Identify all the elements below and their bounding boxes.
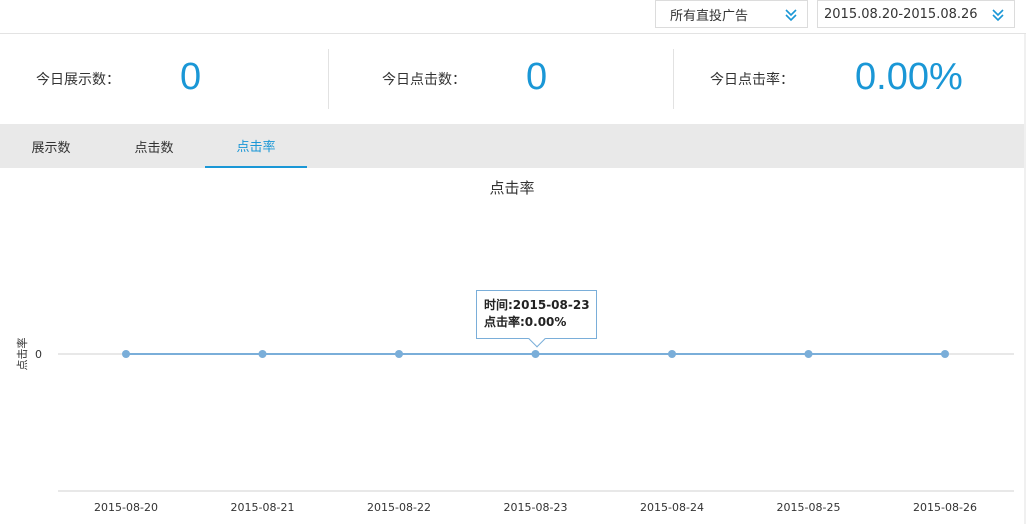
- tab-ctr[interactable]: 点击率: [205, 124, 307, 168]
- ad-select-label: 所有直投广告: [670, 8, 749, 24]
- data-point[interactable]: [531, 350, 540, 358]
- y-axis-label: 点击率: [15, 338, 29, 371]
- ctr-line-chart: 点击率 点击率 0 2015-08-20 2015-08-21 2015-08-22…: [15, 179, 1014, 514]
- stat-divider: [328, 49, 329, 109]
- y-tick-label: 0: [35, 348, 42, 361]
- tooltip-time: 时间:2015-08-23: [484, 298, 590, 312]
- double-chevron-down-icon: [785, 9, 797, 22]
- impressions-label: 今日展示数：: [36, 72, 120, 88]
- filter-bar: 所有直投广告 2015.08.20-2015.08.26: [0, 0, 1026, 34]
- data-point[interactable]: [804, 350, 813, 358]
- data-tooltip: 时间:2015-08-23 点击率:0.00%: [476, 290, 597, 348]
- ad-select-dropdown[interactable]: 所有直投广告: [655, 0, 808, 28]
- data-point[interactable]: [941, 350, 949, 358]
- x-tick-label: 2015-08-26: [913, 501, 977, 514]
- tab-clicks[interactable]: 点击数: [103, 124, 205, 168]
- ctr-value: 0.00%: [855, 56, 963, 98]
- tooltip-ctr: 点击率:0.00%: [484, 315, 567, 329]
- x-tick-label: 2015-08-23: [504, 501, 568, 514]
- x-tick-label: 2015-08-24: [640, 501, 704, 514]
- today-stats: 今日展示数： 0 今日点击数： 0 今日点击率： 0.00%: [0, 34, 1026, 124]
- ctr-label: 今日点击率：: [710, 72, 794, 88]
- double-chevron-down-icon: [992, 9, 1004, 22]
- data-point[interactable]: [258, 350, 267, 358]
- date-range-label: 2015.08.20-2015.08.26: [824, 6, 978, 22]
- ctr-stat: 今日点击率： 0.00%: [710, 34, 963, 124]
- data-point[interactable]: [122, 350, 130, 358]
- data-point[interactable]: [668, 350, 676, 358]
- date-range-dropdown[interactable]: 2015.08.20-2015.08.26: [817, 0, 1015, 28]
- x-axis-ticks: 2015-08-20 2015-08-21 2015-08-22 2015-08-23…: [94, 501, 977, 514]
- series-layer: [122, 350, 949, 358]
- impressions-stat: 今日展示数： 0: [36, 34, 201, 124]
- x-tick-label: 2015-08-20: [94, 501, 158, 514]
- impressions-value: 0: [180, 56, 202, 98]
- x-tick-label: 2015-08-25: [777, 501, 841, 514]
- clicks-value: 0: [526, 56, 548, 98]
- stat-divider: [673, 49, 674, 109]
- chart-title: 点击率: [489, 179, 534, 197]
- tab-impressions[interactable]: 展示数: [0, 124, 102, 168]
- x-tick-label: 2015-08-21: [231, 501, 295, 514]
- data-point[interactable]: [395, 350, 403, 358]
- x-tick-label: 2015-08-22: [367, 501, 431, 514]
- metric-tabs: 展示数 点击数 点击率: [0, 124, 1026, 168]
- clicks-stat: 今日点击数： 0: [382, 34, 547, 124]
- clicks-label: 今日点击数：: [382, 72, 466, 88]
